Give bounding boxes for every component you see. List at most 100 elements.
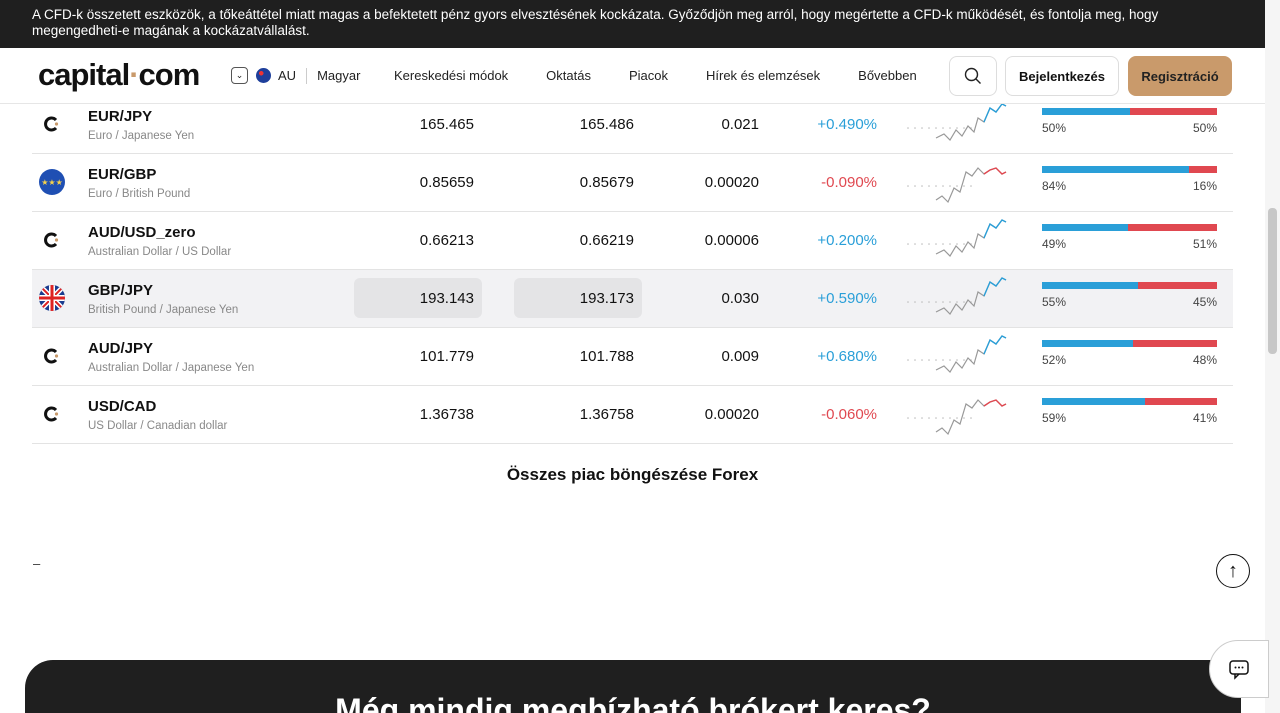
market-name: Euro / British Pound (88, 188, 191, 200)
capital-logo-icon (39, 343, 65, 369)
capital-logo-icon (39, 227, 65, 253)
market-row[interactable]: GBP/JPY British Pound / Japanese Yen 193… (32, 270, 1233, 328)
sentiment-bar (1042, 224, 1217, 231)
risk-warning-banner: A CFD-k összetett eszközök, a tőkeáttéte… (0, 0, 1265, 48)
main-nav: Kereskedési módok Oktatás Piacok Hírek é… (394, 68, 955, 83)
sell-sentiment-fill (1129, 108, 1217, 115)
sell-sentiment-label: 41% (1192, 411, 1217, 425)
sell-sentiment-fill (1145, 398, 1217, 405)
market-symbol[interactable]: AUD/JPY (88, 340, 153, 357)
buy-price[interactable]: 0.66219 (514, 232, 634, 249)
buy-sentiment-label: 50% (1042, 121, 1067, 135)
eu-flag-icon: ★★★ (39, 169, 65, 195)
capital-logo-icon (39, 111, 65, 137)
spread-value: 0.009 (721, 348, 759, 365)
capital-com-logo[interactable]: capital·com (38, 57, 200, 93)
nav-more[interactable]: Bővebben (858, 68, 917, 83)
sell-sentiment-fill (1127, 224, 1217, 231)
sentiment-bar (1042, 398, 1217, 405)
buy-sentiment-label: 84% (1042, 179, 1067, 193)
uk-flag-icon (39, 285, 65, 311)
change-percent: -0.090% (821, 174, 877, 191)
sell-price[interactable]: 1.36738 (354, 406, 474, 423)
spread-value: 0.00020 (704, 406, 759, 423)
buy-price[interactable]: 0.85679 (514, 174, 634, 191)
sell-price[interactable]: 193.143 (354, 290, 474, 307)
buy-price[interactable]: 165.486 (514, 116, 634, 133)
capital-logo-icon (39, 401, 65, 427)
scroll-to-top-button[interactable]: ↑ (1216, 554, 1250, 588)
market-row[interactable]: ★★★ EUR/GBP Euro / British Pound 0.85659… (32, 154, 1233, 212)
market-row[interactable]: AUD/USD_zero Australian Dollar / US Doll… (32, 212, 1233, 270)
dash-text: – (33, 556, 41, 571)
sparkline-chart (907, 335, 1007, 373)
sell-price[interactable]: 165.465 (354, 116, 474, 133)
client-sentiment: 49% 51% (1042, 224, 1217, 251)
sell-sentiment-label: 16% (1192, 179, 1217, 193)
sparkline-chart (907, 103, 1007, 141)
site-header: capital·com ⌄ AU Magyar Kereskedési módo… (0, 48, 1265, 104)
buy-price[interactable]: 101.788 (514, 348, 634, 365)
sell-sentiment-fill (1138, 282, 1217, 289)
spread-value: 0.00020 (704, 174, 759, 191)
nav-trading-modes[interactable]: Kereskedési módok (394, 68, 508, 83)
chat-button[interactable] (1209, 640, 1269, 698)
buy-sentiment-fill (1042, 282, 1139, 289)
buy-sentiment-fill (1042, 224, 1128, 231)
browse-all-forex-link[interactable]: Összes piac böngészése Forex (0, 465, 1265, 485)
sparkline-chart (907, 277, 1007, 315)
promo-section: Még mindig megbízható brókert keres? (25, 660, 1241, 713)
buy-sentiment-fill (1042, 398, 1146, 405)
sparkline-chart (907, 219, 1007, 257)
change-percent: +0.590% (817, 290, 877, 307)
sell-sentiment-label: 45% (1192, 295, 1217, 309)
sentiment-bar (1042, 340, 1217, 347)
market-name: British Pound / Japanese Yen (88, 304, 239, 316)
search-button[interactable] (949, 56, 997, 96)
market-row[interactable]: AUD/JPY Australian Dollar / Japanese Yen… (32, 328, 1233, 386)
sparkline-chart (907, 167, 1007, 204)
page-scrollbar[interactable] (1265, 0, 1280, 713)
sell-price[interactable]: 0.66213 (354, 232, 474, 249)
sentiment-bar (1042, 282, 1217, 289)
sell-sentiment-label: 51% (1192, 237, 1217, 251)
sell-sentiment-label: 48% (1192, 353, 1217, 367)
region-language-selector[interactable]: ⌄ AU Magyar (231, 67, 360, 84)
buy-sentiment-fill (1042, 166, 1189, 173)
buy-sentiment-fill (1042, 108, 1130, 115)
sell-sentiment-fill (1133, 340, 1217, 347)
sell-price[interactable]: 101.779 (354, 348, 474, 365)
divider (306, 67, 308, 84)
sell-price[interactable]: 0.85659 (354, 174, 474, 191)
nav-markets[interactable]: Piacok (629, 68, 668, 83)
scrollbar-thumb[interactable] (1268, 208, 1277, 354)
buy-sentiment-label: 49% (1042, 237, 1067, 251)
buy-sentiment-label: 52% (1042, 353, 1067, 367)
market-name: Australian Dollar / US Dollar (88, 246, 232, 258)
client-sentiment: 50% 50% (1042, 108, 1217, 135)
buy-price[interactable]: 193.173 (514, 290, 634, 307)
sell-sentiment-fill (1189, 166, 1217, 173)
change-percent: -0.060% (821, 406, 877, 423)
chat-icon (1229, 660, 1249, 680)
market-row[interactable]: USD/CAD US Dollar / Canadian dollar 1.36… (32, 386, 1233, 444)
buy-price[interactable]: 1.36758 (514, 406, 634, 423)
register-button[interactable]: Regisztráció (1128, 56, 1232, 96)
market-symbol[interactable]: EUR/JPY (88, 108, 152, 125)
market-symbol[interactable]: USD/CAD (88, 398, 156, 415)
change-percent: +0.200% (817, 232, 877, 249)
spread-value: 0.030 (721, 290, 759, 307)
nav-news-analysis[interactable]: Hírek és elemzések (706, 68, 820, 83)
risk-warning-text: A CFD-k összetett eszközök, a tőkeáttéte… (32, 7, 1159, 38)
market-row[interactable]: EUR/JPY Euro / Japanese Yen 165.465 165.… (32, 96, 1233, 154)
market-symbol[interactable]: EUR/GBP (88, 166, 156, 183)
client-sentiment: 84% 16% (1042, 166, 1217, 193)
nav-education[interactable]: Oktatás (546, 68, 591, 83)
market-symbol[interactable]: AUD/USD_zero (88, 224, 196, 241)
market-name: Australian Dollar / Japanese Yen (88, 362, 255, 374)
sparkline-chart (907, 399, 1007, 436)
login-button[interactable]: Bejelentkezés (1005, 56, 1119, 96)
market-symbol[interactable]: GBP/JPY (88, 282, 153, 299)
change-percent: +0.680% (817, 348, 877, 365)
promo-title: Még mindig megbízható brókert keres? (335, 692, 931, 713)
